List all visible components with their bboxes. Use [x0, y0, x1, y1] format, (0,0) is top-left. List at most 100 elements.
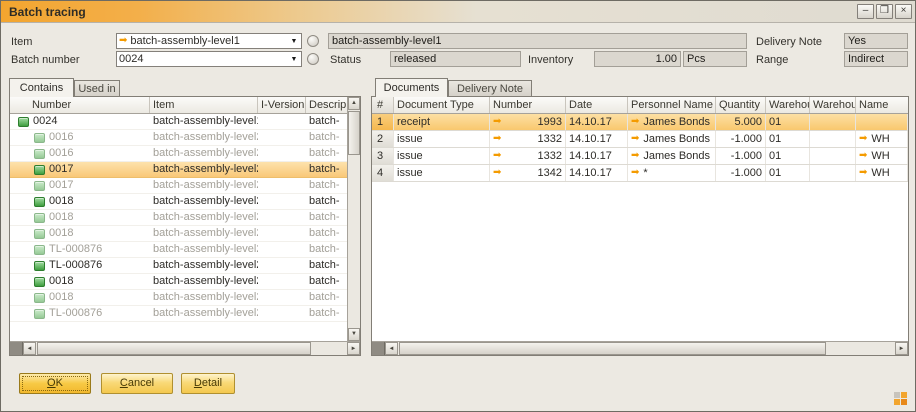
description-cell: batch-	[306, 242, 347, 257]
inventory-uom-field[interactable]: Pcs	[683, 51, 747, 67]
description-cell: batch-	[306, 290, 347, 305]
item-cell: batch-assembly-level1	[150, 114, 258, 129]
scroll-left-icon[interactable]: ◄	[385, 342, 398, 355]
item-cell: batch-assembly-level2	[150, 258, 258, 273]
link-arrow-icon[interactable]: ➡	[631, 117, 639, 127]
batch-tree-row[interactable]: 0017batch-assembly-level2batch-	[10, 162, 347, 178]
personnel-name-cell: ➡James Bonds	[628, 114, 716, 130]
item-cell: batch-assembly-level2	[150, 162, 258, 177]
batch-tree-row[interactable]: TL-000876batch-assembly-level2batch-	[10, 306, 347, 322]
link-arrow-icon[interactable]: ➡	[493, 117, 501, 127]
link-arrow-icon[interactable]: ➡	[859, 151, 867, 161]
batch-tree-row[interactable]: 0018batch-assembly-level2batch-	[10, 274, 347, 290]
batch-tree-row[interactable]: 0016batch-assembly-level2batch-	[10, 130, 347, 146]
contains-table-body: 0024 batch-assembly-level1 batch- 0016batch…	[10, 114, 347, 322]
tab-used-in[interactable]: Used in	[74, 80, 120, 97]
horizontal-scrollbar[interactable]: ◄ ►	[10, 341, 360, 355]
document-row[interactable]: 2issue➡133214.10.17➡James Bonds-1.00001➡…	[372, 131, 908, 148]
splitter-box[interactable]	[372, 342, 385, 355]
batch-tree-row[interactable]: 0016batch-assembly-level2batch-	[10, 146, 347, 162]
chevron-down-icon[interactable]: ▼	[289, 56, 299, 63]
link-arrow-icon[interactable]: ➡	[119, 36, 127, 46]
batch-number-cell: 0024	[33, 114, 57, 129]
item-combo[interactable]: ➡ batch-assembly-level1 ▼	[116, 33, 302, 49]
batch-number-cell: 0018	[49, 226, 73, 241]
link-arrow-icon[interactable]: ➡	[493, 168, 501, 178]
scrollbar-track[interactable]	[398, 342, 895, 355]
item-cell: batch-assembly-level2	[150, 226, 258, 241]
close-icon[interactable]: ×	[895, 4, 912, 19]
scrollbar-thumb[interactable]	[399, 342, 826, 355]
batch-tree-row[interactable]: 0024batch-assembly-level1batch-	[10, 114, 347, 130]
description-cell: batch-	[306, 226, 347, 241]
scroll-left-icon[interactable]: ◄	[23, 342, 36, 355]
batch-tree-row[interactable]: TL-000876batch-assembly-level2batch-	[10, 258, 347, 274]
splitter-box[interactable]	[10, 342, 23, 355]
horizontal-scrollbar[interactable]: ◄ ►	[372, 341, 908, 355]
warehouse-cell: 01	[766, 165, 810, 181]
column-header-warehouse: Warehous	[766, 97, 810, 113]
batch-tree-row[interactable]: 0018 batch-assembly-level2 batch-	[10, 226, 347, 242]
item-cell: batch-assembly-level2	[150, 274, 258, 289]
row-number-cell: 4	[372, 165, 394, 181]
batch-tree-row[interactable]: 0017batch-assembly-level2batch-	[10, 178, 347, 194]
scroll-right-icon[interactable]: ►	[895, 342, 908, 355]
inventory-label: Inventory	[528, 54, 573, 67]
batch-tree-row[interactable]: 0018batch-assembly-level2batch-	[10, 194, 347, 210]
quantity-cell: -1.000	[716, 131, 766, 147]
warehouse2-cell	[810, 131, 856, 147]
range-field[interactable]: Indirect	[844, 51, 908, 67]
batch-tree-row[interactable]: TL-000876batch-assembly-level2batch-	[10, 242, 347, 258]
document-row[interactable]: 4issue➡134214.10.17➡*-1.00001➡WH	[372, 165, 908, 182]
column-header-quantity: Quantity	[716, 97, 766, 113]
warehouse2-cell	[810, 114, 856, 130]
inventory-field[interactable]: 1.00	[594, 51, 681, 67]
document-row[interactable]: 3issue➡133214.10.17➡James Bonds-1.00001➡…	[372, 148, 908, 165]
tab-delivery-note[interactable]: Delivery Note	[448, 80, 532, 97]
detail-button[interactable]: Detail	[181, 373, 235, 394]
item-display-field[interactable]: batch-assembly-level1	[328, 33, 747, 49]
chevron-down-icon[interactable]: ▼	[289, 38, 299, 45]
column-header-document-type: Document Type	[394, 97, 490, 113]
warehouse-name-cell: ➡WH	[856, 148, 908, 164]
scrollbar-thumb[interactable]	[348, 111, 360, 155]
link-arrow-icon[interactable]: ➡	[493, 151, 501, 161]
link-arrow-icon[interactable]: ➡	[859, 134, 867, 144]
status-field[interactable]: released	[390, 51, 521, 67]
scroll-down-icon[interactable]: ▼	[348, 328, 360, 341]
item-cell: batch-assembly-level2	[150, 146, 258, 161]
contains-table-header: Number Item I-Version Descrip	[10, 97, 347, 114]
link-arrow-icon[interactable]: ➡	[493, 134, 501, 144]
batch-info-icon[interactable]	[307, 53, 319, 65]
link-arrow-icon[interactable]: ➡	[631, 151, 639, 161]
scroll-right-icon[interactable]: ►	[347, 342, 360, 355]
document-row[interactable]: 1receipt➡199314.10.17➡James Bonds5.00001	[372, 114, 908, 131]
batch-number-cell: 0018	[49, 194, 73, 209]
link-arrow-icon[interactable]: ➡	[859, 168, 867, 178]
delivery-note-field[interactable]: Yes	[844, 33, 908, 49]
maximize-icon[interactable]: ❒	[876, 4, 893, 19]
vertical-scrollbar[interactable]: ▲ ▼	[347, 97, 360, 341]
batch-tree-row[interactable]: 0018batch-assembly-level2batch-	[10, 210, 347, 226]
column-header-rownum: #	[372, 97, 394, 113]
tab-contains[interactable]: Contains	[9, 78, 74, 97]
ok-button[interactable]: OK	[19, 373, 91, 394]
item-info-icon[interactable]	[307, 35, 319, 47]
batch-number-cell: 0017	[49, 162, 73, 177]
form-settings-icon[interactable]	[894, 392, 907, 405]
scrollbar-thumb[interactable]	[37, 342, 311, 355]
batch-number-combo[interactable]: 0024 ▼	[116, 51, 302, 67]
link-arrow-icon[interactable]: ➡	[631, 134, 639, 144]
batch-tree-row[interactable]: 0018batch-assembly-level2batch-	[10, 290, 347, 306]
scroll-up-icon[interactable]: ▲	[348, 97, 360, 110]
column-header-number: Number	[490, 97, 566, 113]
minimize-icon[interactable]: –	[857, 4, 874, 19]
scrollbar-track[interactable]	[36, 342, 347, 355]
batch-icon	[34, 277, 45, 287]
scrollbar-track[interactable]	[348, 156, 360, 328]
warehouse2-cell	[810, 165, 856, 181]
range-label: Range	[756, 54, 788, 67]
cancel-button[interactable]: Cancel	[101, 373, 173, 394]
link-arrow-icon[interactable]: ➡	[631, 168, 639, 178]
tab-documents[interactable]: Documents	[375, 78, 448, 97]
